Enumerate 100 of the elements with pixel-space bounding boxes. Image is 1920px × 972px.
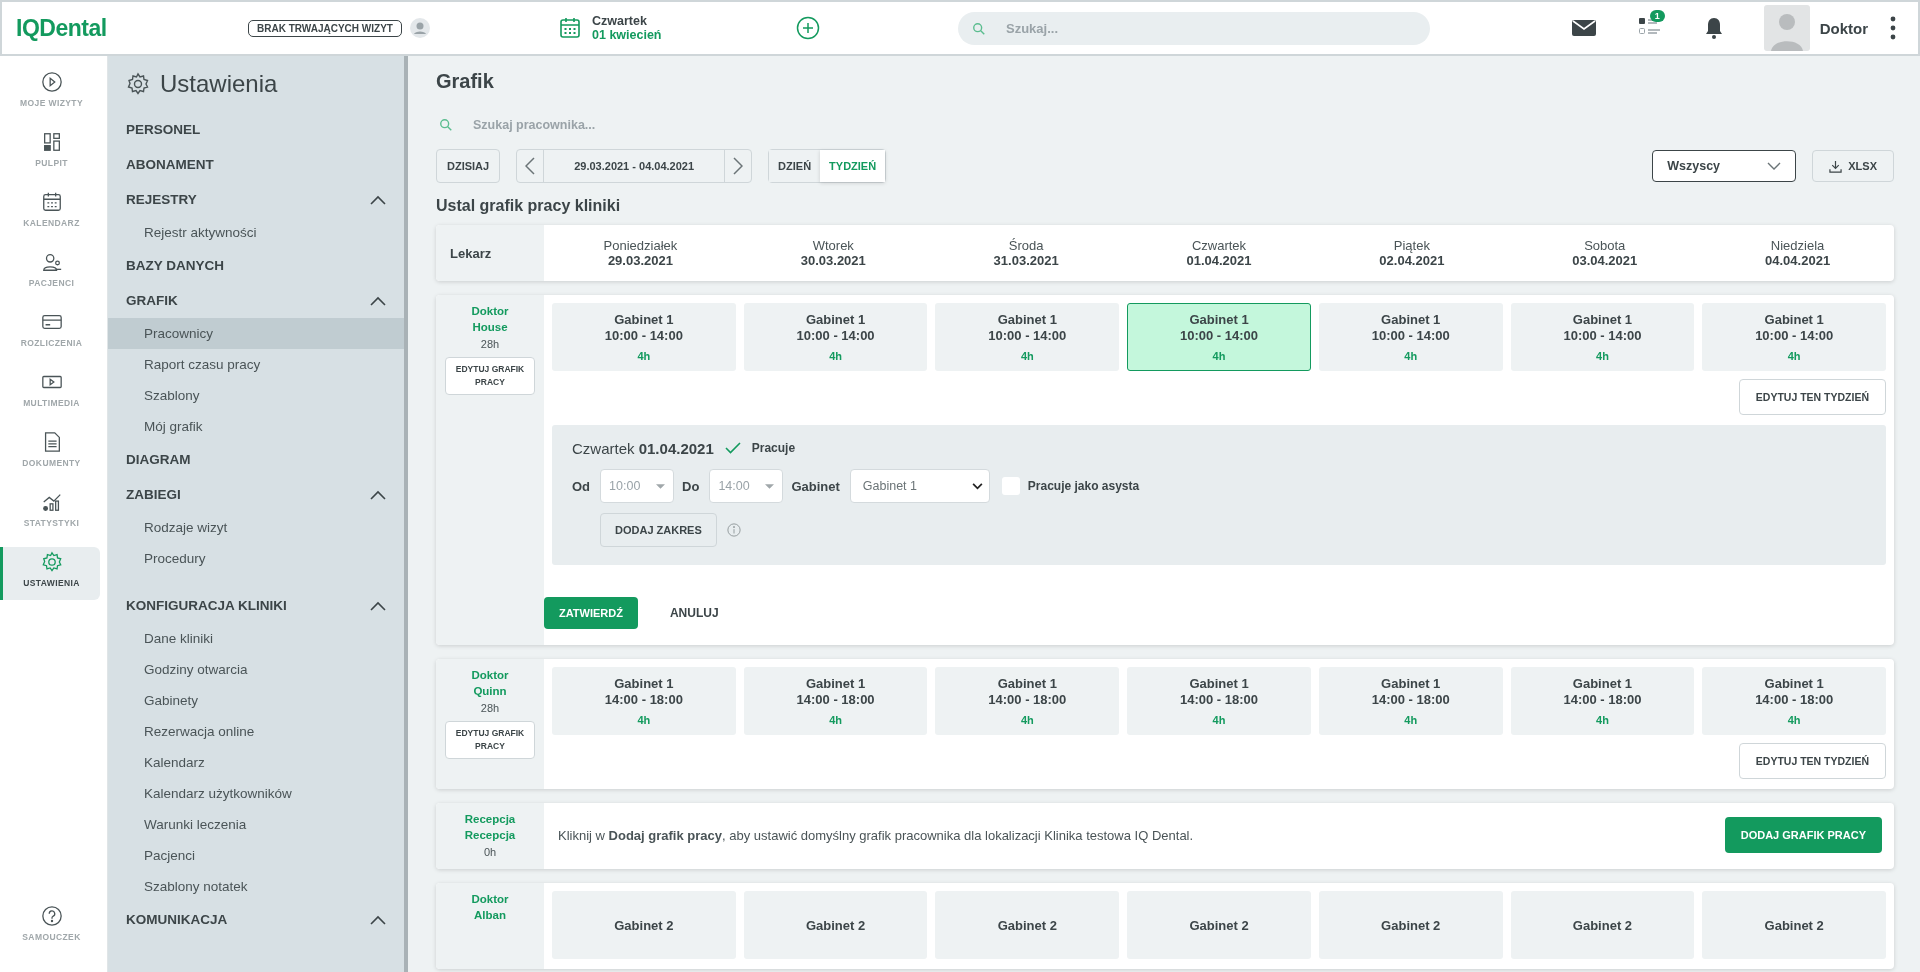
view-tab[interactable]: TYDZIEŃ: [820, 150, 886, 182]
sidebar-item[interactable]: Gabinety: [108, 685, 404, 716]
sidebar-item[interactable]: Rodzaje wizyt: [108, 512, 404, 543]
sidebar-section[interactable]: PERSONEL: [126, 122, 201, 137]
sidebar-section[interactable]: ABONAMENT: [126, 157, 214, 172]
shift-card[interactable]: Gabinet 1 10:00 - 14:00 4h: [552, 303, 736, 371]
today-button[interactable]: DZISIAJ: [436, 149, 501, 183]
sidebar-item[interactable]: Rezerwacja online: [108, 716, 404, 747]
chart-icon: [40, 491, 63, 513]
sidebar-item[interactable]: Mój grafik: [108, 411, 404, 442]
sidebar-section[interactable]: GRAFIK: [126, 293, 178, 308]
sidebar-item[interactable]: Rejestr aktywności: [108, 217, 404, 248]
day-date: 30.03.2021: [800, 253, 866, 268]
employee-search-field[interactable]: Szukaj pracownika...: [436, 111, 756, 139]
shift-card[interactable]: Gabinet 1 14:00 - 18:00 4h: [1127, 667, 1311, 735]
shift-card[interactable]: Gabinet 1 14:00 - 18:00 4h: [552, 667, 736, 735]
sidebar-item[interactable]: Raport czasu pracy: [108, 349, 404, 380]
chevron-icon[interactable]: [370, 194, 386, 205]
employee-hours: 0h: [483, 846, 497, 858]
column-header: Lekarz: [450, 245, 492, 261]
employee-hours: 28h: [480, 338, 500, 350]
shift-card[interactable]: Gabinet 2: [743, 891, 928, 959]
sidebar-item[interactable]: Godziny otwarcia: [108, 654, 404, 685]
sidebar-item[interactable]: Szablony notatek: [108, 871, 404, 902]
bell-icon[interactable]: [1703, 16, 1724, 40]
checkbox[interactable]: [723, 439, 742, 457]
logo[interactable]: IQDental: [16, 14, 248, 42]
chevron-icon[interactable]: [370, 489, 386, 500]
edit-week-button[interactable]: EDYTUJ TEN TYDZIEŃ: [1738, 743, 1886, 779]
edit-week-button[interactable]: EDYTUJ TEN TYDZIEŃ: [1738, 379, 1886, 415]
sidebar-item[interactable]: Kalendarz użytkowników: [108, 778, 404, 809]
shift-card[interactable]: Gabinet 1 10:00 - 14:00 4h: [1127, 303, 1311, 371]
sidebar-item[interactable]: Warunki leczenia: [108, 809, 404, 840]
shift-card[interactable]: Gabinet 1 14:00 - 18:00 4h: [935, 667, 1120, 735]
users-icon: [40, 251, 63, 273]
checkbox-label: Pracuje jako asysta: [1027, 479, 1140, 493]
section-title: Ustal grafik pracy kliniki: [436, 197, 622, 215]
chevron-right-icon: [733, 157, 744, 175]
sidebar-section[interactable]: DIAGRAM: [126, 452, 191, 467]
user-icon: [409, 18, 430, 38]
shift-card[interactable]: Gabinet 1 10:00 - 14:00 4h: [1318, 303, 1503, 371]
chevron-icon[interactable]: [370, 295, 386, 306]
export-button[interactable]: XLSX: [1812, 150, 1894, 182]
chevron-left-icon: [525, 157, 536, 175]
sidebar-section[interactable]: BAZY DANYCH: [126, 258, 224, 273]
help-icon: [40, 905, 63, 927]
sidebar-section[interactable]: KOMUNIKACJA: [126, 912, 228, 927]
day-name: Wtorek: [812, 238, 854, 253]
add-range-button[interactable]: DODAJ ZAKRES: [600, 513, 717, 547]
day-name: Czwartek: [1191, 238, 1247, 253]
sidebar-title: Ustawienia: [160, 70, 278, 98]
shift-card[interactable]: Gabinet 1 14:00 - 18:00 4h: [1702, 667, 1887, 735]
shift-card[interactable]: Gabinet 1 14:00 - 18:00 4h: [1318, 667, 1503, 735]
shift-card[interactable]: Gabinet 2: [1510, 891, 1695, 959]
shift-card[interactable]: Gabinet 1 10:00 - 14:00 4h: [1510, 303, 1695, 371]
sidebar-item[interactable]: Kalendarz: [108, 747, 404, 778]
search-field[interactable]: Szukaj...: [958, 11, 1430, 45]
shift-card[interactable]: Gabinet 1 10:00 - 14:00 4h: [1702, 303, 1887, 371]
cancel-button[interactable]: ANULUJ: [655, 606, 733, 620]
shift-card[interactable]: Gabinet 1 10:00 - 14:00 4h: [935, 303, 1120, 371]
room-select[interactable]: Gabinet 1: [849, 469, 990, 503]
sidebar-section[interactable]: KONFIGURACJA KLINIKI: [126, 598, 287, 613]
sidebar-section[interactable]: REJESTRY: [126, 192, 197, 207]
shift-card[interactable]: Gabinet 2: [1127, 891, 1311, 959]
edit-schedule-button[interactable]: EDYTUJ GRAFIK PRACY: [445, 721, 535, 759]
more-icon[interactable]: [1890, 16, 1896, 40]
field-label: Gabinet: [791, 478, 840, 494]
shift-card[interactable]: Gabinet 1 14:00 - 18:00 4h: [743, 667, 928, 735]
visit-status: BRAK TRWAJĄCYCH WIZYT: [248, 19, 402, 37]
day-date: 02.04.2021: [1379, 253, 1445, 268]
chevron-icon[interactable]: [370, 914, 386, 925]
edit-schedule-button[interactable]: EDYTUJ GRAFIK PRACY: [445, 357, 535, 395]
user-name[interactable]: Doktor: [1819, 19, 1868, 37]
sidebar-item[interactable]: Pacjenci: [108, 840, 404, 871]
add-icon[interactable]: [796, 16, 820, 40]
sidebar-item[interactable]: Pracownicy: [108, 318, 404, 349]
sidebar-item[interactable]: Dane kliniki: [108, 623, 404, 654]
field-label: Do: [682, 478, 700, 494]
calendar-icon[interactable]: [558, 16, 582, 40]
settings-icon: [40, 551, 63, 573]
add-schedule-button[interactable]: DODAJ GRAFIK PRACY: [1724, 817, 1882, 853]
mail-icon[interactable]: [1571, 18, 1596, 38]
filter-dropdown[interactable]: Wszyscy: [1652, 150, 1797, 182]
shift-card[interactable]: Gabinet 1 14:00 - 18:00 4h: [1510, 667, 1695, 735]
sidebar-section[interactable]: ZABIEGI: [126, 487, 181, 502]
confirm-button[interactable]: ZATWIERDŹ: [544, 597, 638, 629]
sidebar-item[interactable]: Procedury: [108, 543, 404, 574]
chevron-icon[interactable]: [370, 600, 386, 611]
notification-badge: 1: [1649, 10, 1665, 22]
nav-item[interactable]: USTAWIENIA: [0, 547, 100, 600]
field-label: Od: [572, 478, 591, 494]
shift-card[interactable]: Gabinet 2: [935, 891, 1120, 959]
shift-card[interactable]: Gabinet 2: [1318, 891, 1503, 959]
sidebar-item[interactable]: Szablony: [108, 380, 404, 411]
chevron-down-icon: [971, 482, 983, 490]
shift-card[interactable]: Gabinet 2: [552, 891, 736, 959]
search-icon: [972, 21, 986, 36]
shift-card[interactable]: Gabinet 2: [1702, 891, 1887, 959]
editor-date: Czwartek 01.04.2021: [572, 439, 714, 457]
shift-card[interactable]: Gabinet 1 10:00 - 14:00 4h: [743, 303, 928, 371]
